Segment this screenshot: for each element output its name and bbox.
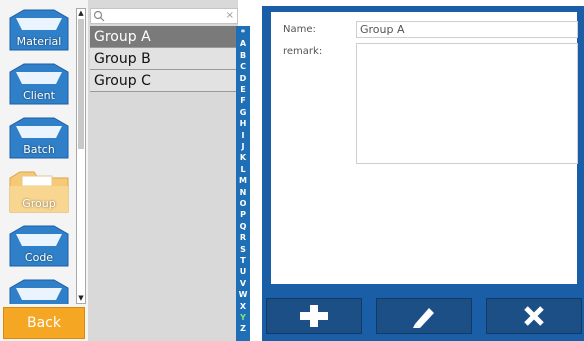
scroll-up-icon[interactable]: ▲: [77, 9, 85, 18]
category-batch[interactable]: Batch: [6, 114, 72, 160]
remark-label: remark:: [283, 46, 323, 57]
alphabet-index-letter[interactable]: S: [236, 245, 250, 254]
category-group[interactable]: Group: [6, 168, 72, 214]
alphabet-index-bar: * A B C D E F G H I J K L M N O P Q R S T U V W X Y Z: [236, 26, 250, 341]
alphabet-index-letter[interactable]: M: [236, 176, 250, 185]
alphabet-index-letter[interactable]: Q: [236, 222, 250, 231]
sidebar-scrollbar[interactable]: ▲ ▼: [76, 8, 86, 304]
alphabet-index-letter[interactable]: Z: [236, 324, 250, 333]
list-item[interactable]: Group C: [90, 70, 236, 92]
alphabet-index-letter[interactable]: W: [236, 290, 250, 299]
remark-field[interactable]: [356, 43, 578, 164]
alphabet-index-letter[interactable]: X: [236, 302, 250, 311]
alphabet-index-letter[interactable]: C: [236, 62, 250, 71]
list-item[interactable]: Group A: [90, 26, 236, 48]
detail-panel: Name: Group A remark:: [262, 6, 584, 292]
alphabet-index-letter[interactable]: L: [236, 165, 250, 174]
category-client[interactable]: Client: [6, 60, 72, 106]
close-icon: [524, 306, 544, 326]
alphabet-index-letter[interactable]: T: [236, 256, 250, 265]
name-label: Name:: [283, 24, 316, 35]
alphabet-index-letter[interactable]: P: [236, 210, 250, 219]
search-input[interactable]: ×: [90, 8, 238, 24]
alphabet-index-letter[interactable]: V: [236, 279, 250, 288]
category-label: Material: [16, 35, 62, 48]
clear-search-icon[interactable]: ×: [226, 9, 234, 23]
edit-button[interactable]: [376, 298, 472, 334]
delete-button[interactable]: [486, 298, 582, 334]
alphabet-index-letter[interactable]: Y: [236, 313, 250, 322]
search-icon: [93, 10, 105, 22]
alphabet-index-letter[interactable]: F: [236, 96, 250, 105]
alphabet-index-letter[interactable]: H: [236, 119, 250, 128]
category-more[interactable]: [6, 276, 72, 304]
category-code[interactable]: Code: [6, 222, 72, 268]
alphabet-index-letter[interactable]: U: [236, 267, 250, 276]
alphabet-index-letter[interactable]: *: [236, 28, 250, 37]
category-label: Code: [24, 251, 54, 264]
category-label: Batch: [23, 143, 55, 156]
alphabet-index-letter[interactable]: J: [236, 142, 250, 151]
more-folder-icon: [9, 279, 69, 304]
category-label: Client: [23, 89, 55, 102]
alphabet-index-letter[interactable]: B: [236, 51, 250, 60]
alphabet-index-letter[interactable]: G: [236, 108, 250, 117]
alphabet-index-letter[interactable]: E: [236, 85, 250, 94]
category-sidebar: Material Client Batch Group Code ▲ ▼ Bac…: [0, 0, 89, 341]
alphabet-index-letter[interactable]: O: [236, 199, 250, 208]
detail-card: Name: Group A remark:: [271, 12, 578, 284]
name-field[interactable]: Group A: [356, 21, 578, 38]
category-material[interactable]: Material: [6, 6, 72, 52]
pencil-icon: [413, 308, 434, 328]
category-label: Group: [22, 197, 56, 210]
scrollbar-thumb[interactable]: [78, 19, 84, 149]
alphabet-index-letter[interactable]: I: [236, 131, 250, 140]
add-button[interactable]: [266, 298, 362, 334]
scroll-down-icon[interactable]: ▼: [77, 294, 85, 303]
alphabet-index-letter[interactable]: A: [236, 39, 250, 48]
alphabet-index-letter[interactable]: R: [236, 233, 250, 242]
list-item[interactable]: Group B: [90, 48, 236, 70]
group-list-panel: × Group A Group B Group C: [88, 0, 238, 341]
alphabet-index-letter[interactable]: D: [236, 74, 250, 83]
alphabet-index-letter[interactable]: N: [236, 188, 250, 197]
action-bar: [262, 292, 584, 341]
back-button[interactable]: Back: [3, 307, 85, 339]
alphabet-index-letter[interactable]: K: [236, 153, 250, 162]
plus-icon: [300, 305, 328, 327]
